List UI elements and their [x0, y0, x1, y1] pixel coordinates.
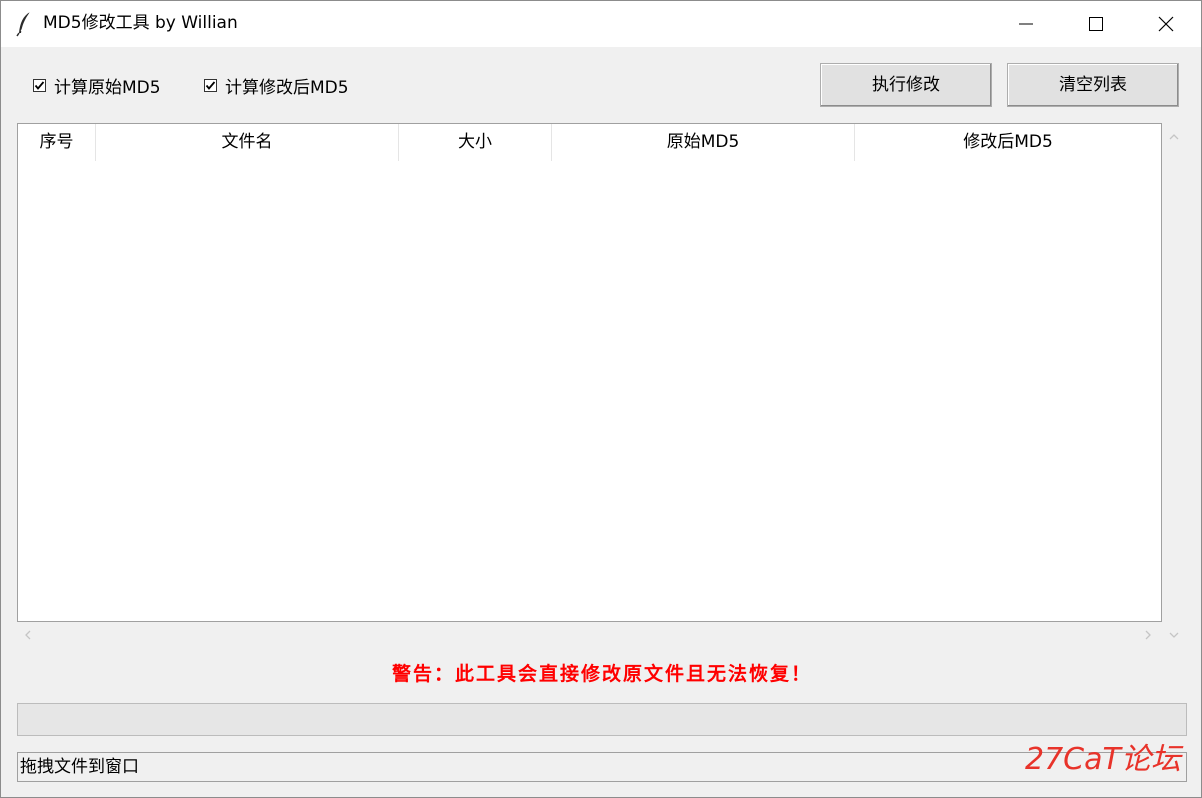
checkmark-icon: [205, 80, 216, 90]
maximize-button[interactable]: [1061, 1, 1131, 47]
column-header-modified-md5[interactable]: 修改后MD5: [855, 124, 1161, 161]
scroll-right-icon[interactable]: [1144, 630, 1152, 640]
column-header-size[interactable]: 大小: [399, 124, 552, 161]
column-header-index[interactable]: 序号: [18, 124, 96, 161]
close-icon: [1158, 16, 1174, 32]
maximize-icon: [1089, 17, 1103, 31]
clear-list-button[interactable]: 清空列表: [1007, 63, 1179, 107]
window-title: MD5修改工具 by Willian: [43, 13, 238, 33]
scroll-up-icon[interactable]: [1169, 133, 1179, 141]
warning-label: 警告：此工具会直接修改原文件且无法恢复！: [391, 663, 812, 685]
close-button[interactable]: [1131, 1, 1201, 47]
feather-icon: [15, 11, 35, 37]
minimize-icon: [1019, 23, 1033, 25]
horizontal-scrollbar[interactable]: [17, 624, 1185, 646]
column-header-filename[interactable]: 文件名: [96, 124, 399, 161]
minimize-button[interactable]: [991, 1, 1061, 47]
checkbox-box[interactable]: [204, 78, 217, 92]
main-window: MD5修改工具 by Willian 计算原始MD5 计算修改后MD5 执行修改…: [0, 0, 1202, 798]
table-header: 序号 文件名 大小 原始MD5 修改后MD5: [18, 124, 1161, 161]
vertical-scrollbar[interactable]: [1163, 123, 1185, 638]
checkbox-box[interactable]: [33, 78, 46, 92]
svg-text:27CaT论坛: 27CaT论坛: [1025, 742, 1184, 777]
calc-original-md5-checkbox[interactable]: 计算原始MD5: [33, 74, 161, 98]
scroll-left-icon[interactable]: [24, 630, 32, 640]
checkmark-icon: [34, 80, 45, 90]
file-table[interactable]: 序号 文件名 大小 原始MD5 修改后MD5: [17, 123, 1162, 622]
checkbox-label: 计算修改后MD5: [225, 77, 349, 98]
title-bar: MD5修改工具 by Willian: [1, 1, 1201, 47]
watermark-logo: 27CaT论坛: [1025, 742, 1184, 777]
status-bar: 拖拽文件到窗口: [17, 752, 1187, 782]
checkbox-label: 计算原始MD5: [54, 77, 161, 98]
column-header-original-md5[interactable]: 原始MD5: [552, 124, 855, 161]
progress-bar: [17, 703, 1187, 736]
calc-modified-md5-checkbox[interactable]: 计算修改后MD5: [204, 74, 349, 98]
execute-modify-button[interactable]: 执行修改: [820, 63, 992, 107]
